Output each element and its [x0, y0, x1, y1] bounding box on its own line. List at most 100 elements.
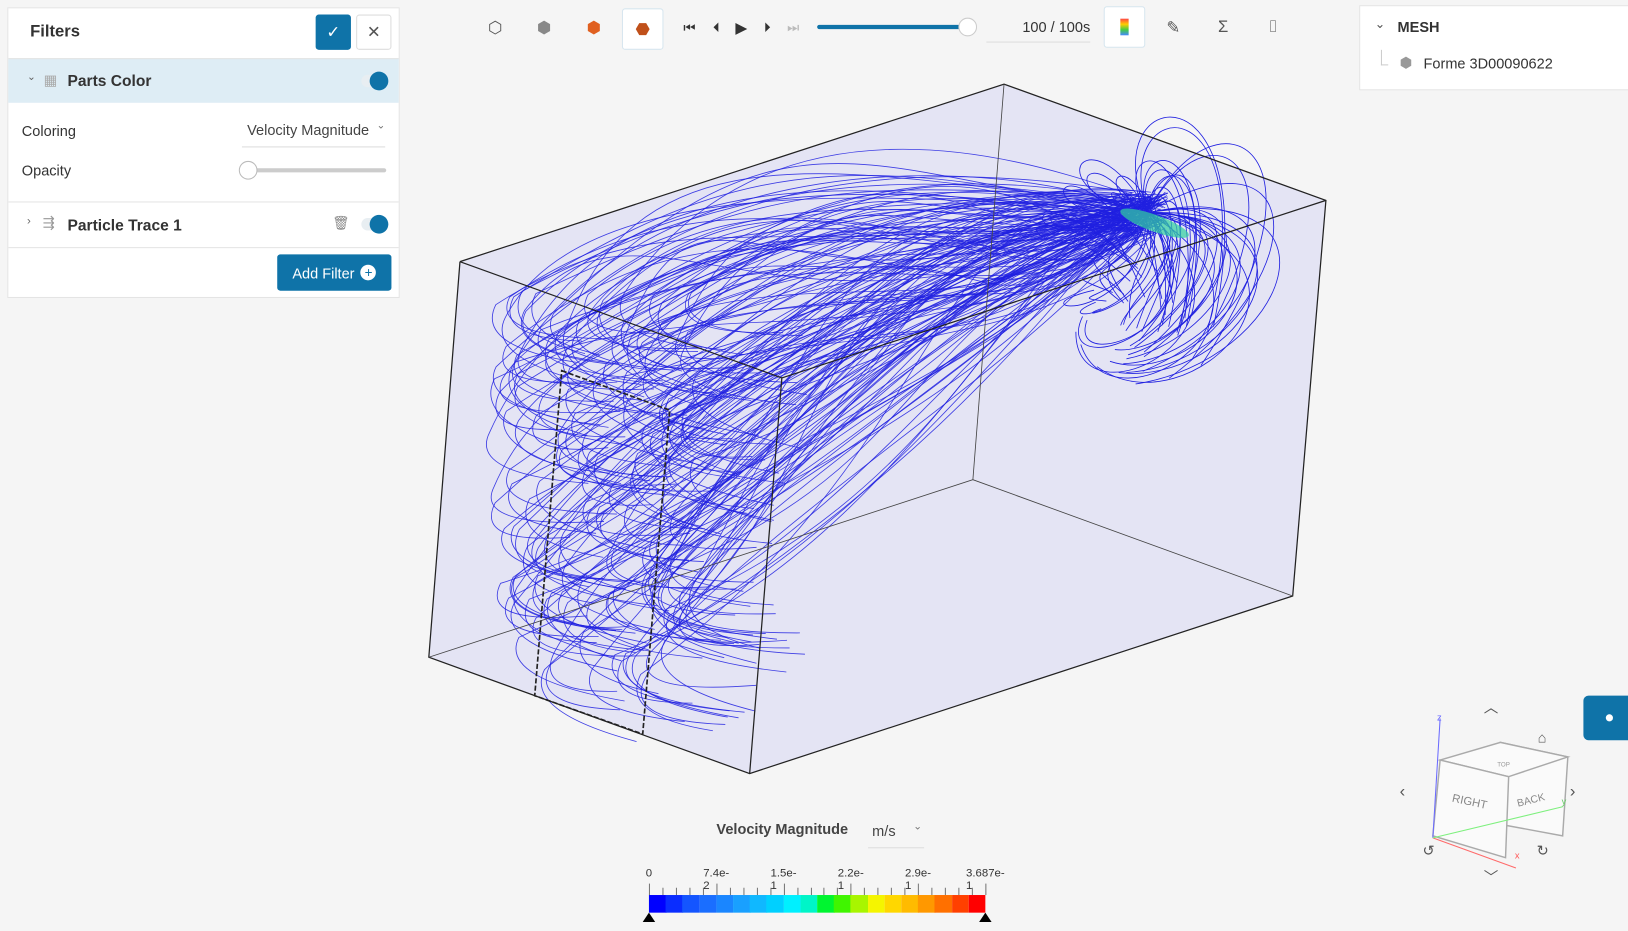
colorbar-segment: [850, 895, 869, 913]
chevron-right-icon[interactable]: ›: [27, 215, 31, 227]
colorbar-segment: [968, 895, 986, 913]
chevron-down-icon: ⌄: [913, 821, 923, 833]
rotate-up-icon[interactable]: ︿: [1484, 700, 1499, 716]
chevron-down-icon[interactable]: ⌄: [27, 72, 36, 83]
colorbar-tick: [891, 887, 893, 896]
opacity-label: Opacity: [21, 161, 72, 179]
view-cube[interactable]: RIGHT BACK TOP x y z ︿ ﹀ ‹ › ⌂ ↺ ↻: [1391, 685, 1599, 893]
colorbar-tick-label: 2.2e-1: [837, 866, 864, 892]
colorbar-tick-label: 3.687e-1: [965, 866, 1005, 892]
y-axis-label: y: [1562, 797, 1567, 807]
colorbar-tick: [931, 887, 933, 896]
parts-color-toggle[interactable]: [361, 71, 389, 91]
step-back-icon: ⏴: [713, 19, 720, 36]
colorbar-tick: [796, 887, 798, 896]
opacity-slider[interactable]: [238, 160, 387, 180]
step-forward-icon: ⏵: [763, 19, 771, 36]
streamline-icon: ⇶: [42, 213, 55, 231]
slider-handle[interactable]: [238, 160, 258, 180]
legend-icon: [1120, 18, 1129, 36]
slider-handle[interactable]: [958, 17, 978, 37]
colorbar-tick-label: 2.9e-1: [905, 866, 932, 892]
unit-select[interactable]: m/s ⌄: [868, 814, 925, 849]
particle-trace-toggle[interactable]: [361, 214, 389, 234]
rotate-left-icon[interactable]: ‹: [1400, 781, 1406, 800]
colorbar-button[interactable]: [1103, 6, 1146, 48]
trash-icon[interactable]: 🗑: [332, 215, 349, 232]
probe-button[interactable]: ✎: [1154, 8, 1193, 47]
colorbar-segment: [817, 895, 835, 913]
time-slider[interactable]: [817, 17, 978, 37]
coloring-select[interactable]: Velocity Magnitude ⌄: [241, 112, 386, 148]
calculator-button[interactable]: Σ: [1203, 8, 1242, 47]
mesh-cube-icon: ⬢: [1399, 53, 1413, 71]
surface-edges-button[interactable]: ⬢: [574, 8, 613, 47]
colorbar-tick: [810, 887, 812, 896]
colorbar-tick: [729, 887, 731, 896]
tree-connector: [1380, 49, 1389, 66]
colorbar-segment: [867, 895, 885, 913]
colorbar-segment: [733, 895, 751, 913]
colorbar-segment: [783, 895, 801, 913]
filter-item-parts-color[interactable]: ⌄ ▦ Parts Color: [8, 58, 399, 103]
cube-transparent-icon: ⬣: [635, 20, 650, 39]
colorbar-segment: [800, 895, 818, 913]
colorbar-tick-label: 1.5e-1: [770, 866, 797, 892]
skip-end-icon: ⏭: [787, 19, 800, 36]
rotate-down-icon[interactable]: ﹀: [1484, 870, 1499, 887]
home-icon[interactable]: ⌂: [1538, 730, 1547, 746]
colorbar-segment: [749, 895, 768, 913]
chat-button[interactable]: ●: [1583, 695, 1628, 741]
coloring-value: Velocity Magnitude: [247, 121, 370, 139]
face-top[interactable]: TOP: [1497, 761, 1510, 768]
camera-icon: ⌷: [1267, 18, 1278, 37]
colorbar-tick: [689, 887, 691, 896]
time-input[interactable]: 100 / 100s: [986, 19, 1091, 43]
parts-icon: ▦: [43, 71, 58, 89]
skip-start-icon: ⏮: [683, 19, 696, 36]
pipette-icon: ✎: [1166, 19, 1181, 38]
filter-item-particle-trace[interactable]: › ⇶ Particle Trace 1 🗑: [8, 201, 399, 249]
skip-end-button[interactable]: ⏭: [774, 8, 813, 47]
add-filter-label: Add Filter: [292, 264, 355, 281]
rotate-right-icon[interactable]: ›: [1570, 781, 1576, 800]
colorbar-segment: [934, 895, 953, 913]
colorbar-tick: [958, 887, 960, 896]
plus-icon: +: [360, 264, 377, 281]
rotate-ccw-icon[interactable]: ↺: [1422, 844, 1434, 860]
colorbar-segment: [648, 895, 667, 913]
wireframe-view-button[interactable]: ⬡: [476, 8, 515, 47]
chevron-down-icon: ⌄: [376, 120, 386, 132]
add-filter-button[interactable]: Add Filter +: [277, 254, 392, 291]
filter-label: Particle Trace 1: [67, 217, 182, 235]
screenshot-button[interactable]: ⌷: [1253, 8, 1292, 47]
cube-orange-icon: ⬢: [586, 19, 602, 38]
colorbar-tick: [877, 887, 879, 896]
filter-label: Parts Color: [67, 72, 152, 91]
coloring-label: Coloring: [21, 122, 76, 140]
colorbar-tick: [756, 887, 758, 896]
chat-icon: ●: [1604, 708, 1615, 727]
tree-item[interactable]: Forme 3D00090622: [1424, 55, 1553, 72]
rotate-cw-icon[interactable]: ↻: [1537, 844, 1549, 860]
colorbar-tick: [823, 887, 825, 896]
range-handle[interactable]: [642, 912, 656, 923]
colorbar-segment: [699, 895, 717, 913]
colorbar-tick: [648, 883, 650, 896]
colorbar-tick: [864, 887, 866, 896]
transparent-view-button[interactable]: ⬣: [621, 8, 664, 50]
colorbar-segment: [766, 895, 784, 913]
colorbar-tick: [944, 887, 947, 896]
unit-value: m/s: [872, 822, 896, 839]
colorbar-tick-label: 0: [645, 866, 653, 880]
colorbar-tick: [662, 887, 664, 896]
chevron-down-icon[interactable]: ⌄: [1375, 17, 1385, 32]
colorbar-segment: [665, 895, 684, 913]
range-handle[interactable]: [979, 912, 992, 923]
sigma-icon: Σ: [1217, 18, 1229, 37]
solid-view-button[interactable]: ⬢: [524, 8, 563, 47]
play-icon: ▶: [735, 19, 748, 38]
tree-root[interactable]: MESH: [1398, 19, 1440, 36]
legend-title: Velocity Magnitude: [716, 820, 849, 837]
cube-outline-icon: ⬡: [488, 19, 503, 38]
